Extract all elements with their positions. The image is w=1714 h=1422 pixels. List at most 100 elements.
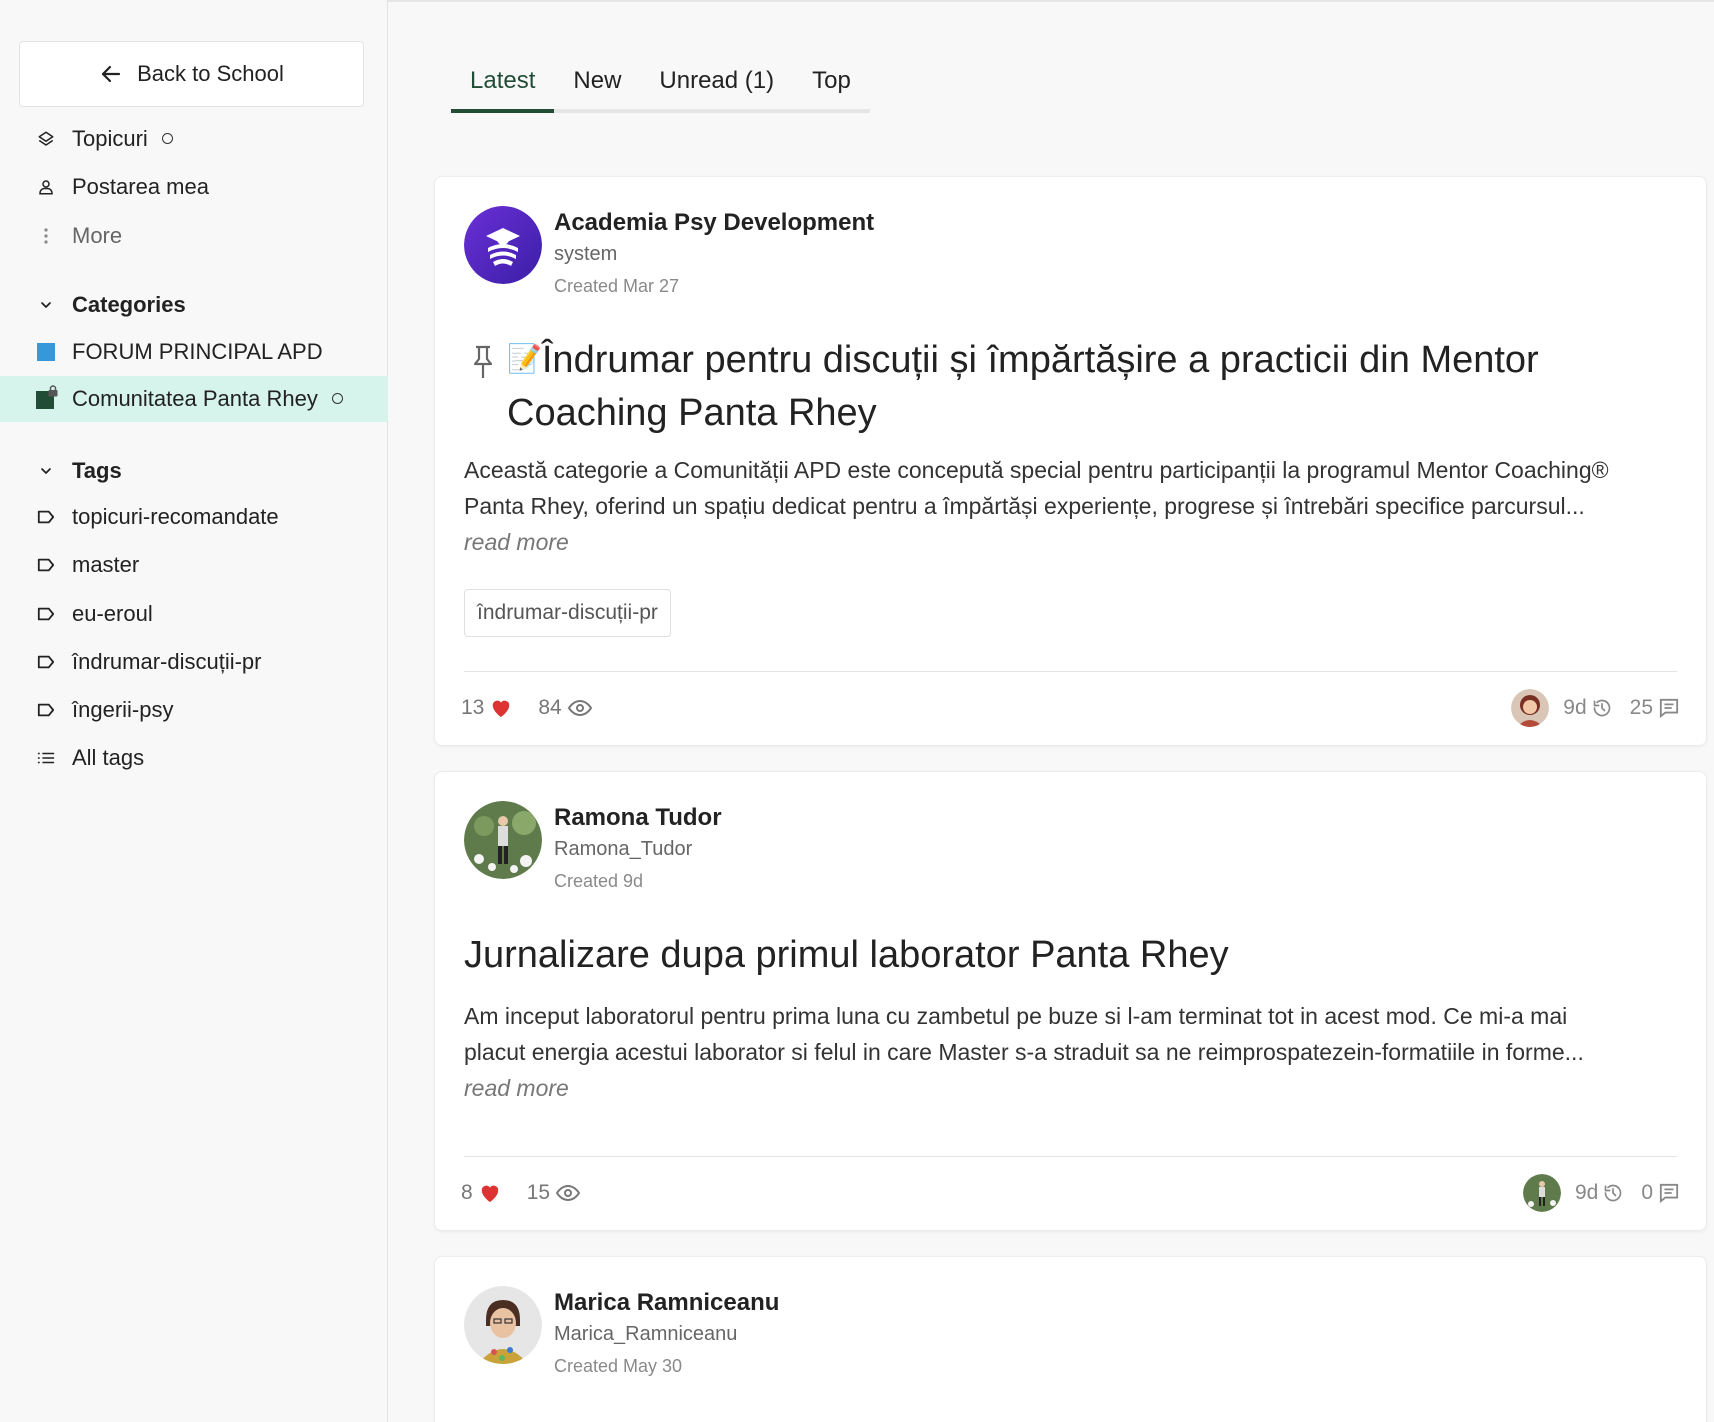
memo-emoji-icon: 📝: [507, 343, 542, 374]
comment-icon: [1659, 698, 1679, 718]
heart-icon: [493, 700, 510, 718]
category-label: FORUM PRINCIPAL APD: [72, 339, 323, 364]
tags-heading: Tags: [72, 458, 122, 483]
last-poster-avatar[interactable]: [1511, 689, 1550, 727]
all-tags-label: All tags: [72, 745, 145, 770]
tag-label: master: [72, 552, 140, 577]
views-count: 84: [538, 696, 592, 720]
created-date: Created May 30: [554, 1356, 683, 1376]
sidebar-item-label: Postarea mea: [72, 174, 209, 199]
sidebar-item-more[interactable]: More: [0, 213, 388, 259]
arrow-left-icon: [102, 65, 121, 83]
topic-title[interactable]: Jurnalizare dupa primul laborator Panta …: [464, 930, 1634, 980]
topic-tag[interactable]: îndrumar-discuții-pr: [464, 589, 671, 637]
eye-icon: [567, 699, 592, 717]
sidebar-category-forum-principal[interactable]: FORUM PRINCIPAL APD: [0, 329, 388, 375]
topic-stats: 13 84: [461, 696, 612, 720]
author-username: system: [554, 243, 618, 265]
sidebar-tag[interactable]: îndrumar-discuții-pr: [0, 639, 388, 685]
unread-indicator-icon: [161, 132, 173, 144]
sidebar: Back to School Topicuri Postarea mea Mor…: [0, 0, 388, 1422]
replies-count[interactable]: 0: [1641, 1181, 1680, 1205]
sidebar-item-label: More: [72, 223, 123, 248]
history-icon: [1604, 1184, 1622, 1202]
tag-icon: [36, 604, 56, 624]
topic-activity: 9d 0: [1522, 1174, 1680, 1212]
avatar[interactable]: [464, 1286, 542, 1364]
tab-latest[interactable]: Latest: [451, 62, 555, 113]
replies-value: 25: [1629, 696, 1653, 719]
back-button-label: Back to School: [137, 61, 284, 86]
history-icon: [1593, 699, 1610, 717]
sidebar-all-tags[interactable]: All tags: [0, 735, 388, 781]
topic-excerpt: Am inceput laboratorul pentru prima luna…: [464, 998, 1634, 1106]
last-activity[interactable]: 9d: [1575, 1181, 1623, 1205]
tab-new[interactable]: New: [554, 62, 640, 109]
likes-value: 13: [461, 696, 485, 719]
categories-heading: Categories: [72, 292, 186, 317]
likes-count[interactable]: 13: [461, 696, 512, 720]
author-username: Marica_Ramniceanu: [554, 1323, 738, 1345]
tab-unread[interactable]: Unread (1): [640, 62, 793, 109]
category-label: Comunitatea Panta Rhey: [72, 386, 318, 411]
heart-icon: [481, 1185, 498, 1203]
last-poster-avatar[interactable]: [1522, 1174, 1561, 1212]
replies-value: 0: [1641, 1181, 1653, 1204]
topic-title-text: Îndrumar pentru discuții și împărtășire …: [507, 339, 1539, 434]
author-name[interactable]: Academia Psy Development: [554, 209, 874, 237]
comment-icon: [1659, 1183, 1679, 1203]
sidebar-category-comunitatea-panta-rhey[interactable]: Comunitatea Panta Rhey: [0, 376, 388, 422]
tags-section-toggle[interactable]: Tags: [0, 451, 388, 491]
sidebar-item-topicuri[interactable]: Topicuri: [0, 116, 388, 162]
tab-top[interactable]: Top: [793, 62, 870, 109]
more-vertical-icon: [36, 226, 56, 246]
sidebar-tag[interactable]: master: [0, 542, 388, 588]
topic-card[interactable]: Academia Psy Development system Created …: [434, 176, 1707, 746]
likes-count[interactable]: 8: [461, 1181, 501, 1205]
tag-icon: [36, 652, 56, 672]
likes-value: 8: [461, 1181, 473, 1204]
sidebar-tag[interactable]: eu-eroul: [0, 591, 388, 637]
topic-excerpt: Această categorie a Comunității APD este…: [464, 452, 1634, 560]
topic-card[interactable]: Ramona Tudor Ramona_Tudor Created 9d Jur…: [434, 771, 1707, 1231]
created-date: Created 9d: [554, 871, 644, 891]
categories-section-toggle[interactable]: Categories: [0, 285, 388, 325]
avatar[interactable]: [464, 206, 542, 284]
user-icon: [36, 177, 56, 197]
layers-icon: [36, 129, 56, 149]
author-username: Ramona_Tudor: [554, 838, 693, 860]
tag-label: eu-eroul: [72, 601, 153, 626]
activity-value: 9d: [1574, 1181, 1599, 1204]
sidebar-item-label: Topicuri: [72, 126, 148, 151]
sidebar-tag[interactable]: îngerii-psy: [0, 687, 388, 733]
back-to-school-button[interactable]: Back to School: [19, 41, 364, 107]
tag-label: îndrumar-discuții-pr: [72, 649, 262, 674]
tag-label: topicuri-recomandate: [72, 504, 279, 529]
views-value: 15: [526, 1181, 551, 1204]
excerpt-text: Această categorie a Comunității APD este…: [464, 457, 1609, 519]
topic-title[interactable]: 📝Îndrumar pentru discuții și împărtășire…: [507, 335, 1637, 438]
read-more-link[interactable]: read more: [464, 529, 569, 555]
category-color-square: [37, 343, 55, 361]
sidebar-tag[interactable]: topicuri-recomandate: [0, 494, 388, 540]
card-divider: [464, 671, 1677, 672]
tag-icon: [36, 555, 56, 575]
author-name[interactable]: Ramona Tudor: [554, 804, 722, 832]
card-divider: [464, 1156, 1677, 1157]
chevron-down-icon: [36, 295, 56, 315]
last-activity[interactable]: 9d: [1563, 696, 1611, 720]
author-name[interactable]: Marica Ramniceanu: [554, 1289, 779, 1317]
chevron-down-icon: [36, 461, 56, 481]
topic-list-tabs: Latest New Unread (1) Top: [451, 62, 870, 113]
avatar[interactable]: [464, 801, 542, 879]
unread-indicator-icon: [331, 392, 343, 404]
views-count: 15: [526, 1181, 581, 1205]
tag-icon: [36, 507, 56, 527]
replies-count[interactable]: 25: [1630, 696, 1680, 720]
sidebar-item-postarea-mea[interactable]: Postarea mea: [0, 164, 388, 210]
topic-card[interactable]: Marica Ramniceanu Marica_Ramniceanu Crea…: [434, 1256, 1707, 1422]
topic-stats: 8 15: [461, 1181, 600, 1205]
read-more-link[interactable]: read more: [464, 1075, 569, 1101]
tag-label: îngerii-psy: [72, 697, 174, 722]
excerpt-text: Am inceput laboratorul pentru prima luna…: [464, 1003, 1584, 1065]
